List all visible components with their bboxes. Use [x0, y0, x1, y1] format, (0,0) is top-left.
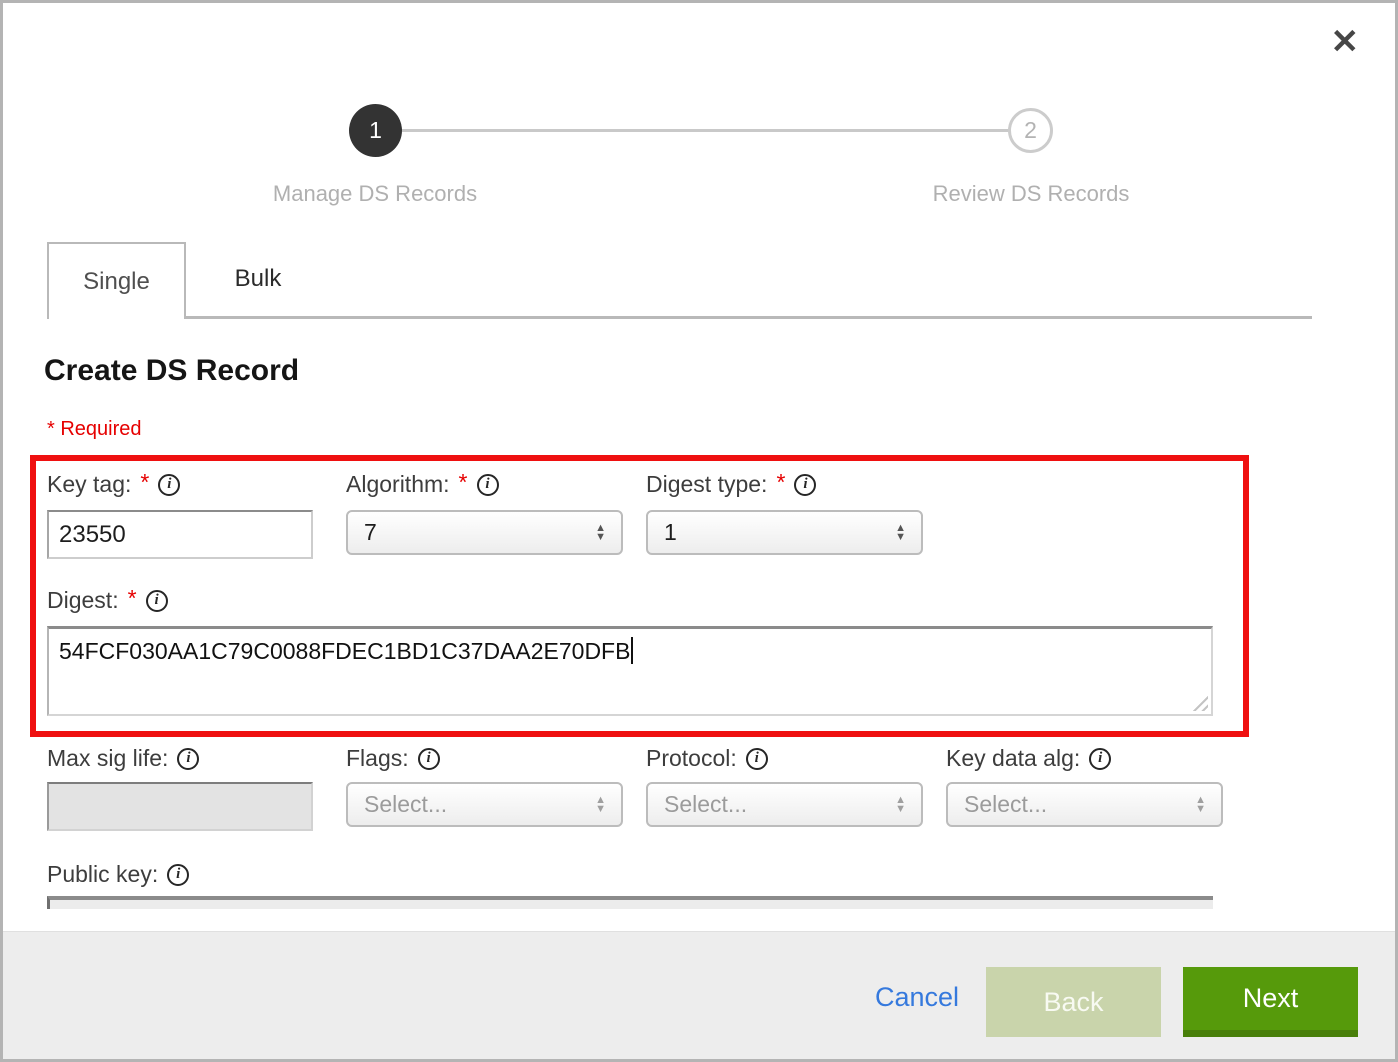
info-icon[interactable]: i: [418, 748, 440, 770]
info-icon[interactable]: i: [167, 864, 189, 886]
key-data-alg-select-value: Select...: [964, 791, 1047, 818]
digest-label: Digest: * i: [47, 587, 168, 614]
info-icon[interactable]: i: [177, 748, 199, 770]
stepper-connector-line: [375, 129, 1031, 132]
select-arrows-icon: ▲▼: [895, 524, 906, 542]
step-1-indicator: 1: [349, 104, 402, 157]
flags-select[interactable]: Select... ▲▼: [346, 782, 623, 827]
cancel-button[interactable]: Cancel: [875, 982, 959, 1013]
max-sig-life-label: Max sig life: i: [47, 745, 199, 772]
required-asterisk: *: [459, 469, 468, 496]
key-tag-label: Key tag: * i: [47, 471, 180, 498]
protocol-select-value: Select...: [664, 791, 747, 818]
info-icon[interactable]: i: [1089, 748, 1111, 770]
key-tag-input[interactable]: [47, 510, 313, 559]
key-data-alg-label: Key data alg: i: [946, 745, 1111, 772]
required-asterisk: *: [140, 469, 149, 496]
algorithm-select-value: 7: [364, 519, 377, 546]
page-title: Create DS Record: [44, 354, 299, 388]
public-key-textarea[interactable]: [47, 896, 1213, 909]
digest-type-select-value: 1: [664, 519, 677, 546]
flags-label: Flags: i: [346, 745, 440, 772]
digest-textarea[interactable]: 54FCF030AA1C79C0088FDEC1BD1C37DAA2E70DFB: [47, 626, 1213, 716]
protocol-label: Protocol: i: [646, 745, 768, 772]
select-arrows-icon: ▲▼: [595, 796, 606, 814]
key-data-alg-select[interactable]: Select... ▲▼: [946, 782, 1223, 827]
tab-bulk[interactable]: Bulk: [202, 242, 314, 316]
digest-value: 54FCF030AA1C79C0088FDEC1BD1C37DAA2E70DFB: [59, 638, 630, 664]
select-arrows-icon: ▲▼: [595, 524, 606, 542]
info-icon[interactable]: i: [477, 474, 499, 496]
create-ds-record-dialog: ✕ 1 2 Manage DS Records Review DS Record…: [0, 0, 1398, 1062]
tab-bar-divider: [47, 316, 1312, 319]
text-cursor: [631, 637, 633, 664]
max-sig-life-input[interactable]: [47, 782, 313, 831]
required-note: * Required: [47, 418, 142, 441]
protocol-select[interactable]: Select... ▲▼: [646, 782, 923, 827]
close-button[interactable]: ✕: [1331, 25, 1360, 59]
next-button[interactable]: Next: [1183, 967, 1358, 1037]
step-1-label: Manage DS Records: [225, 181, 525, 207]
public-key-label: Public key: i: [47, 861, 189, 888]
dialog-footer: Cancel Back Next: [3, 931, 1395, 1059]
info-icon[interactable]: i: [146, 590, 168, 612]
flags-select-value: Select...: [364, 791, 447, 818]
resize-handle-icon[interactable]: [1192, 695, 1208, 711]
step-2-indicator: 2: [1008, 108, 1053, 153]
info-icon[interactable]: i: [746, 748, 768, 770]
digest-type-label: Digest type: * i: [646, 471, 816, 498]
digest-type-select[interactable]: 1 ▲▼: [646, 510, 923, 555]
tab-single[interactable]: Single: [47, 242, 186, 319]
info-icon[interactable]: i: [158, 474, 180, 496]
step-2-label: Review DS Records: [881, 181, 1181, 207]
info-icon[interactable]: i: [794, 474, 816, 496]
select-arrows-icon: ▲▼: [895, 796, 906, 814]
close-icon: ✕: [1331, 23, 1360, 61]
algorithm-label: Algorithm: * i: [346, 471, 499, 498]
required-asterisk: *: [128, 585, 137, 612]
back-button[interactable]: Back: [986, 967, 1161, 1037]
required-asterisk: *: [776, 469, 785, 496]
algorithm-select[interactable]: 7 ▲▼: [346, 510, 623, 555]
select-arrows-icon: ▲▼: [1195, 796, 1206, 814]
